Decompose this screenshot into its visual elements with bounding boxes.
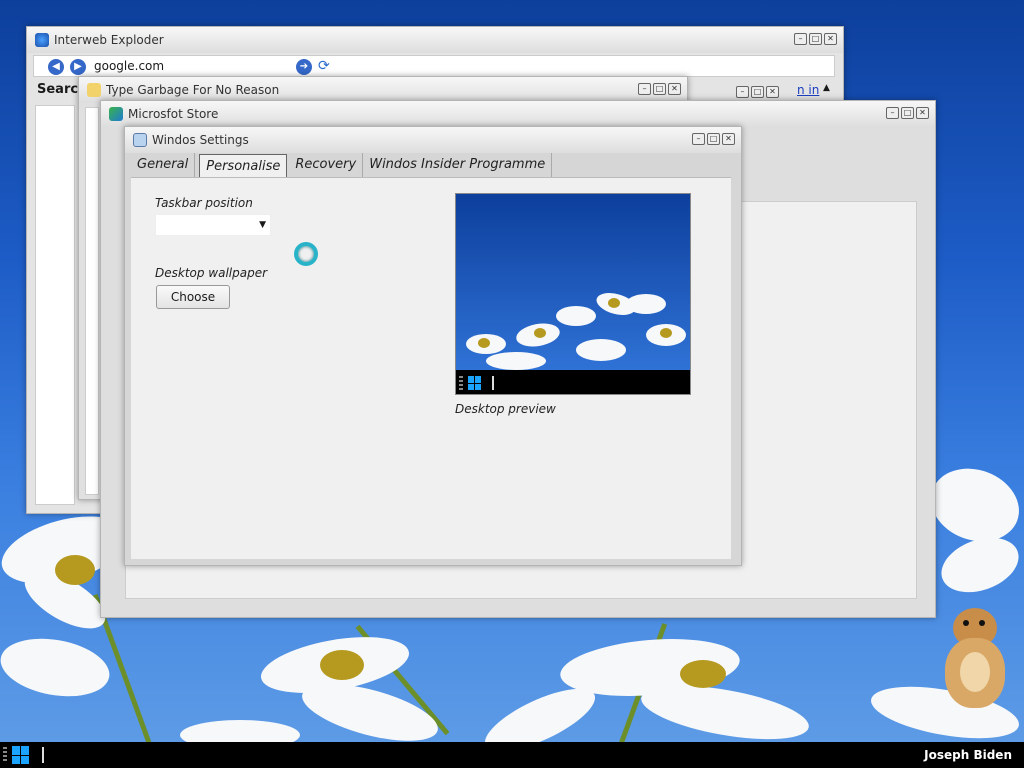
- close-button[interactable]: ✕: [824, 33, 837, 45]
- address-input[interactable]: google.com: [94, 59, 164, 73]
- minimize-button[interactable]: –: [692, 133, 705, 145]
- tab-insider-programme[interactable]: Windos Insider Programme: [363, 153, 553, 178]
- settings-titlebar[interactable]: Windos Settings: [125, 127, 741, 153]
- desktop-preview-label: Desktop preview: [455, 402, 556, 416]
- go-icon[interactable]: ➔: [296, 59, 312, 75]
- address-bar: ◀ ▶ google.com ➔ ⟳: [33, 55, 835, 77]
- taskbar-text-cursor[interactable]: [42, 747, 44, 763]
- desktop-wallpaper-label: Desktop wallpaper: [155, 266, 268, 280]
- back-icon[interactable]: ◀: [48, 59, 64, 75]
- minimize-button[interactable]: –: [638, 83, 651, 95]
- forward-icon[interactable]: ▶: [70, 59, 86, 75]
- taskbar-grip-icon[interactable]: [3, 747, 7, 763]
- browser-icon: [35, 33, 49, 47]
- store-title: Microsfot Store: [128, 107, 219, 121]
- maximize-button[interactable]: □: [751, 86, 764, 98]
- explorer-titlebar[interactable]: Interweb Exploder: [27, 27, 843, 53]
- taskbar-position-label: Taskbar position: [155, 196, 253, 210]
- refresh-icon[interactable]: ⟳: [318, 58, 330, 74]
- close-button[interactable]: ✕: [722, 133, 735, 145]
- tab-general[interactable]: General: [131, 153, 196, 178]
- hidden-window-controls: – □ ✕: [736, 86, 779, 98]
- close-button[interactable]: ✕: [916, 107, 929, 119]
- personalise-panel: Taskbar position ▼ Desktop wallpaper Cho…: [131, 177, 731, 559]
- maximize-button[interactable]: □: [901, 107, 914, 119]
- loading-spinner-icon: [294, 242, 318, 266]
- maximize-button[interactable]: □: [653, 83, 666, 95]
- chevron-down-icon[interactable]: ▼: [259, 220, 266, 230]
- settings-icon: [133, 133, 147, 147]
- explorer-title: Interweb Exploder: [54, 33, 164, 47]
- settings-title: Windos Settings: [152, 133, 249, 147]
- store-icon: [109, 107, 123, 121]
- close-button[interactable]: ✕: [766, 86, 779, 98]
- scroll-up-icon[interactable]: ▲: [823, 83, 830, 93]
- settings-window[interactable]: Windos Settings – □ ✕ General Personalis…: [124, 126, 742, 566]
- preview-taskbar: [456, 370, 690, 394]
- store-titlebar[interactable]: Microsfot Store: [101, 101, 935, 127]
- minimize-button[interactable]: –: [886, 107, 899, 119]
- taskbar-position-select[interactable]: ▼: [155, 214, 271, 236]
- tab-recovery[interactable]: Recovery: [289, 153, 364, 178]
- taskbar: Joseph Biden: [0, 742, 1024, 768]
- maximize-button[interactable]: □: [809, 33, 822, 45]
- garbage-title: Type Garbage For No Reason: [106, 83, 280, 97]
- start-button-icon[interactable]: [12, 746, 30, 764]
- preview-start-icon: [468, 376, 482, 390]
- minimize-button[interactable]: –: [794, 33, 807, 45]
- settings-tabs: General Personalise Recovery Windos Insi…: [131, 153, 553, 178]
- current-user[interactable]: Joseph Biden: [924, 748, 1012, 762]
- minimize-button[interactable]: –: [736, 86, 749, 98]
- tab-personalise[interactable]: Personalise: [199, 154, 288, 178]
- desktop-preview-image: [455, 193, 691, 395]
- maximize-button[interactable]: □: [707, 133, 720, 145]
- signin-link[interactable]: n in: [797, 83, 819, 97]
- notepad-icon: [87, 83, 101, 97]
- close-button[interactable]: ✕: [668, 83, 681, 95]
- garbage-textarea[interactable]: [85, 107, 99, 495]
- hamster-mascot-icon: [945, 608, 1005, 708]
- choose-wallpaper-button[interactable]: Choose: [156, 285, 230, 309]
- explorer-content: [35, 105, 75, 505]
